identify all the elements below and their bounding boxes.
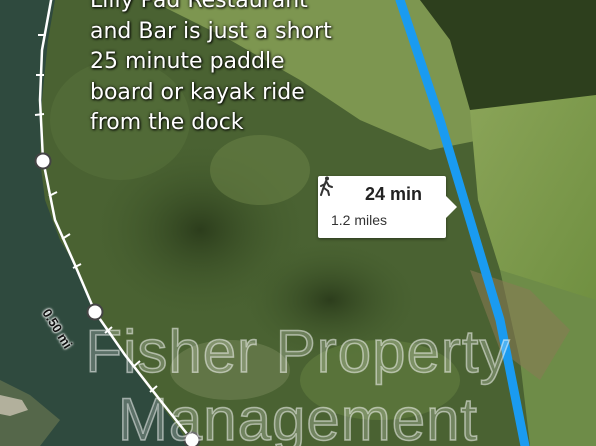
satellite-map[interactable]: Lilly Pad Restaurant and Bar is just a s…	[0, 0, 596, 446]
route-distance: 1.2 miles	[331, 212, 388, 228]
measure-point	[183, 431, 201, 446]
measure-point	[34, 152, 52, 170]
route-duration: 24 min	[365, 184, 423, 204]
caption-line: from the dock	[90, 110, 244, 135]
clearing	[300, 340, 460, 420]
route-info-callout[interactable]: 24 min 1.2 miles	[318, 176, 457, 238]
caption-line: and Bar is just a short	[90, 18, 332, 44]
caption-line: board or kayak ride	[90, 79, 305, 105]
caption-line: Lilly Pad Restaurant	[90, 0, 308, 13]
measure-point	[86, 303, 104, 321]
clearing	[170, 340, 290, 400]
caption-text: Lilly Pad Restaurant and Bar is just a s…	[90, 0, 390, 139]
caption-line: 25 minute paddle	[90, 49, 285, 74]
walking-person-icon	[320, 176, 333, 196]
clearing	[210, 135, 310, 205]
